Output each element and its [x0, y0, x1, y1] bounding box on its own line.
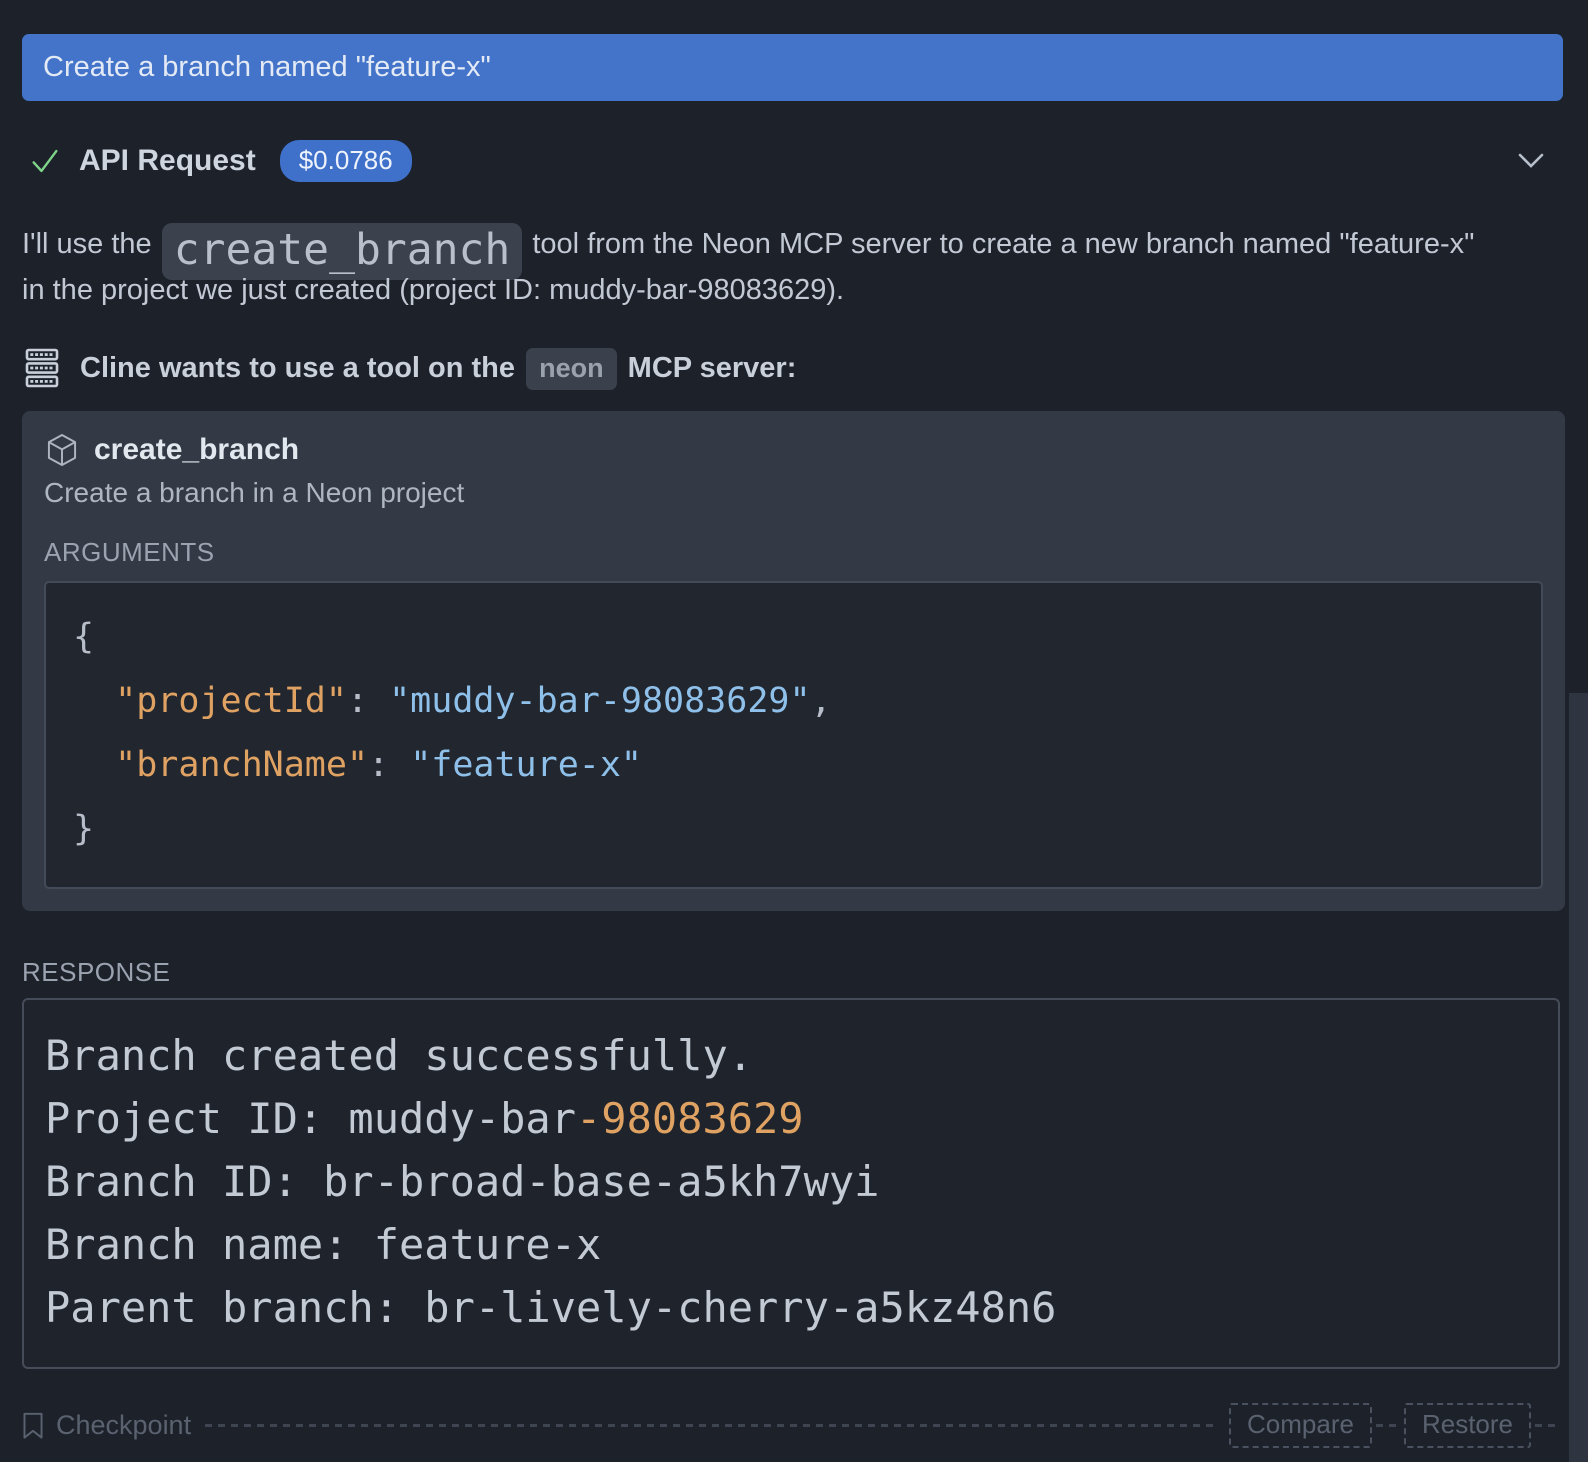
- scrollbar-thumb[interactable]: [1569, 693, 1588, 1462]
- tool-header-text: Cline wants to use a tool on the neon MC…: [80, 352, 796, 385]
- arguments-label: ARGUMENTS: [44, 537, 1543, 568]
- code-line: "projectId": "muddy-bar-98083629",: [73, 669, 1514, 733]
- chat-view: Create a branch named "feature-x" API Re…: [0, 0, 1588, 1462]
- api-request-header-1[interactable]: API Request $0.0786: [22, 140, 1563, 182]
- tool-name: create_branch: [94, 433, 299, 467]
- cube-icon: [46, 433, 78, 467]
- checkpoint-divider-tail: [1535, 1424, 1559, 1427]
- tool-use-header: Cline wants to use a tool on the neon MC…: [22, 348, 1563, 388]
- code-line: Branch name: feature-x: [45, 1213, 1537, 1276]
- server-icon: [25, 348, 59, 388]
- mcp-server-name-chip: neon: [526, 348, 617, 390]
- assistant-message: I'll use the create_branch tool from the…: [22, 222, 1500, 312]
- user-message-text: Create a branch named "feature-x": [43, 51, 491, 84]
- bookmark-icon: [22, 1412, 44, 1440]
- inline-code-create-branch: create_branch: [162, 223, 523, 280]
- check-icon: [28, 144, 62, 178]
- code-line: {: [73, 605, 1514, 669]
- code-line: Parent branch: br-lively-cherry-a5kz48n6: [45, 1276, 1537, 1339]
- code-line: Branch created successfully.: [45, 1024, 1537, 1087]
- code-line: "branchName": "feature-x": [73, 733, 1514, 797]
- code-line: Branch ID: br-broad-base-a5kh7wyi: [45, 1150, 1537, 1213]
- api-cost-badge: $0.0786: [280, 140, 412, 182]
- response-code-block: Branch created successfully.Project ID: …: [22, 998, 1560, 1369]
- chevron-down-icon[interactable]: [1517, 152, 1545, 170]
- code-line: }: [73, 797, 1514, 861]
- response-label: RESPONSE: [22, 957, 1563, 988]
- checkpoint-divider-gap: [1376, 1424, 1400, 1427]
- code-line: Project ID: muddy-bar-98083629: [45, 1087, 1537, 1150]
- restore-button[interactable]: Restore: [1404, 1403, 1531, 1448]
- user-message: Create a branch named "feature-x": [22, 34, 1563, 101]
- intro-text-before: I'll use the: [22, 228, 160, 260]
- tool-request-card: create_branch Create a branch in a Neon …: [22, 411, 1565, 911]
- api-request-left: API Request $0.0786: [22, 140, 1517, 182]
- arguments-code-block: { "projectId": "muddy-bar-98083629", "br…: [44, 581, 1543, 889]
- checkpoint-row: Checkpoint Compare Restore: [22, 1403, 1563, 1448]
- checkpoint-label: Checkpoint: [56, 1410, 191, 1441]
- compare-button[interactable]: Compare: [1229, 1403, 1372, 1448]
- checkpoint-divider: [205, 1424, 1215, 1427]
- tool-description: Create a branch in a Neon project: [44, 477, 1543, 509]
- api-request-label: API Request: [79, 144, 256, 178]
- tool-card-header: create_branch: [44, 433, 1543, 467]
